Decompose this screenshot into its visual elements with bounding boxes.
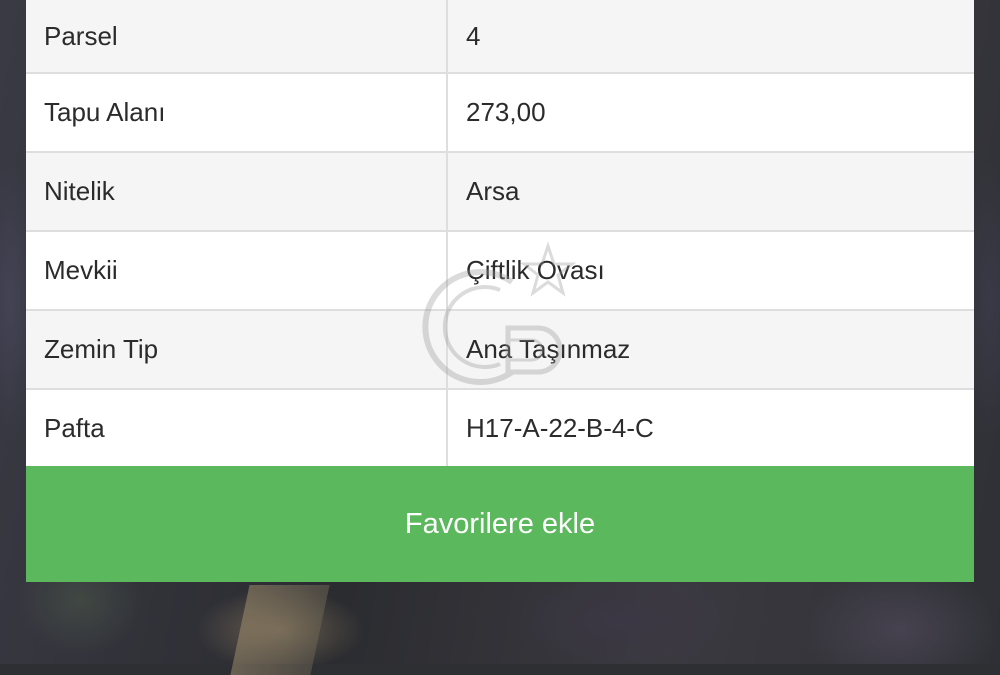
table-row: Mevkii Çiftlik Ovası: [26, 230, 974, 311]
row-label-tapu-alani: Tapu Alanı: [26, 72, 448, 153]
row-label-parsel: Parsel: [26, 0, 448, 74]
row-label-zemin-tip: Zemin Tip: [26, 309, 448, 390]
add-to-favorites-button[interactable]: Favorilere ekle: [26, 466, 974, 582]
row-value-nitelik: Arsa: [446, 151, 974, 232]
table-row: Parsel 4: [26, 0, 974, 74]
row-label-mevkii: Mevkii: [26, 230, 448, 311]
row-label-nitelik: Nitelik: [26, 151, 448, 232]
property-details-card: Parsel 4 Tapu Alanı 273,00 Nitelik Arsa …: [26, 0, 974, 582]
row-value-pafta: H17-A-22-B-4-C: [446, 388, 974, 469]
row-label-pafta: Pafta: [26, 388, 448, 469]
table-row: Zemin Tip Ana Taşınmaz: [26, 309, 974, 390]
property-details-table: Parsel 4 Tapu Alanı 273,00 Nitelik Arsa …: [26, 0, 974, 469]
row-value-zemin-tip: Ana Taşınmaz: [446, 309, 974, 390]
table-row: Tapu Alanı 273,00: [26, 72, 974, 153]
row-value-parsel: 4: [446, 0, 974, 74]
row-value-tapu-alani: 273,00: [446, 72, 974, 153]
row-value-mevkii: Çiftlik Ovası: [446, 230, 974, 311]
table-row: Pafta H17-A-22-B-4-C: [26, 388, 974, 469]
table-row: Nitelik Arsa: [26, 151, 974, 232]
